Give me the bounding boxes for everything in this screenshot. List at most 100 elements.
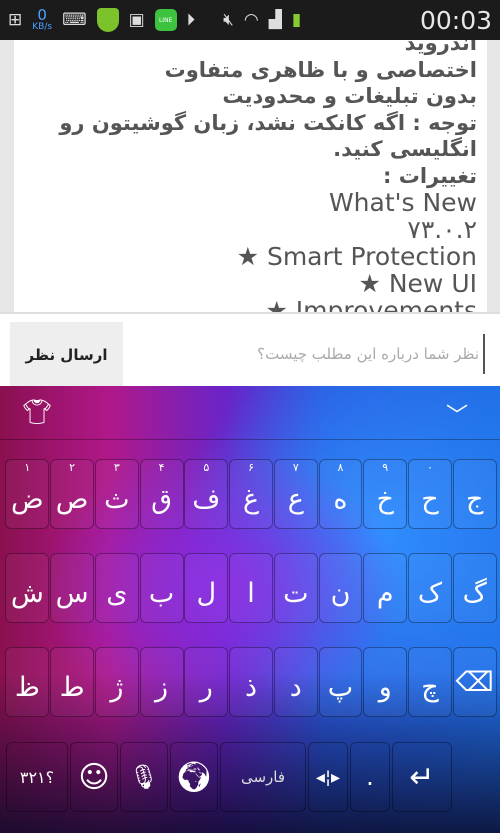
content-line: اختصاصی و با ظاهری متفاوت: [164, 57, 477, 82]
key-digit: ۶: [248, 461, 254, 474]
key[interactable]: ز: [139, 647, 184, 717]
key-digit: ۷: [292, 461, 299, 474]
key-char: د: [289, 671, 302, 703]
content-line: اندروید: [404, 40, 477, 55]
key-char: ط: [59, 671, 85, 703]
key[interactable]: ظ: [5, 647, 50, 717]
status-bar: ⊞ 0 KB/s ⌨ ▣ LINE ⏵ 🔇︎ ◠ ▟ ▮ 00:03: [0, 0, 500, 40]
key[interactable]: ک: [408, 553, 452, 623]
key-char: ل: [196, 577, 217, 609]
theme-shirt-icon[interactable]: 👕︎: [22, 398, 52, 426]
key-char: ن: [330, 577, 351, 609]
key-row-bottom: ؟۳۲۱ ☺ 🎙︎ 🌍︎ فارسی ◂¦▸ . ↵: [5, 742, 497, 814]
send-comment-button[interactable]: ارسال نظر: [10, 322, 123, 388]
key-char: ز: [155, 671, 169, 703]
key[interactable]: ۱ض: [5, 459, 50, 529]
add-icon: ⊞: [8, 10, 23, 30]
key-char: ض: [11, 483, 44, 515]
emoji-icon[interactable]: ☺: [70, 742, 118, 812]
key[interactable]: ب: [139, 553, 184, 623]
key[interactable]: س: [50, 553, 95, 623]
play-icon: ⏵: [186, 10, 196, 30]
microphone-icon[interactable]: 🎙︎: [120, 742, 168, 812]
key-char: و: [378, 671, 392, 703]
key-char: م: [376, 577, 394, 609]
key-row-2: شسیبلاتنمکگ: [5, 553, 497, 625]
key-char: ر: [199, 671, 213, 703]
key-char: ا: [247, 577, 255, 609]
content-line: توجه : اگه کانکت نشد، زبان گوشیتون رو ان…: [59, 110, 477, 162]
key-char: ی: [106, 577, 128, 609]
key-char: گ: [462, 577, 487, 609]
security-shield-icon: [96, 8, 119, 32]
key[interactable]: ۹خ: [363, 459, 408, 529]
key[interactable]: ۳ث: [94, 459, 139, 529]
key[interactable]: ۵ف: [184, 459, 229, 529]
content-line: ۷۳.۰.۲: [407, 215, 477, 244]
key[interactable]: ژ: [94, 647, 139, 717]
content-line: What's New: [328, 188, 477, 217]
content-line: ★ New UI: [358, 269, 477, 298]
keyboard-toolbar: 👕︎ ﹀: [0, 386, 500, 440]
key-digit: ۵: [203, 461, 210, 474]
chevron-down-icon[interactable]: ﹀: [446, 398, 468, 430]
key-digit: ۸: [337, 461, 344, 474]
key[interactable]: چ: [408, 647, 452, 717]
key[interactable]: ط: [50, 647, 95, 717]
content-line: ★ Smart Protection: [236, 242, 477, 271]
cursor-move-icon[interactable]: ◂¦▸: [308, 742, 348, 812]
key-char: ح: [421, 483, 439, 515]
line-app-icon: LINE: [154, 9, 177, 31]
key[interactable]: ر: [184, 647, 229, 717]
keyboard: 👕︎ ﹀ ۱ض۲ص۳ث۴ق۵ف۶غ۷ع۸ه۹خ۰حج شسیبلاتنمکگ ظ…: [0, 386, 500, 833]
key[interactable]: ت: [273, 553, 318, 623]
space-key[interactable]: فارسی: [220, 742, 306, 812]
key-char: ث: [104, 483, 130, 515]
key-char: غ: [242, 483, 260, 515]
gallery-icon: ▣: [128, 10, 145, 30]
key-char: ج: [465, 483, 484, 515]
period-key[interactable]: .: [350, 742, 390, 812]
key[interactable]: ۷ع: [273, 459, 318, 529]
key[interactable]: ن: [318, 553, 363, 623]
key[interactable]: ۶غ: [229, 459, 274, 529]
key[interactable]: ش: [5, 553, 50, 623]
key-char: ژ: [110, 671, 124, 703]
key[interactable]: و: [363, 647, 408, 717]
key[interactable]: ی: [94, 553, 139, 623]
key-digit: ۴: [158, 461, 165, 474]
comment-input[interactable]: [130, 334, 485, 374]
keyboard-icon: ⌨: [62, 10, 87, 30]
key-char: ش: [10, 577, 44, 609]
enter-icon[interactable]: ↵: [392, 742, 452, 812]
key[interactable]: ۴ق: [139, 459, 184, 529]
key[interactable]: م: [363, 553, 408, 623]
key[interactable]: ا: [229, 553, 274, 623]
key[interactable]: ۲ص: [50, 459, 95, 529]
content-line: ★ Improvements: [265, 296, 477, 312]
key[interactable]: گ: [452, 553, 497, 623]
key[interactable]: ج: [452, 459, 497, 529]
key-char: ع: [287, 483, 304, 515]
key[interactable]: پ: [318, 647, 363, 717]
battery-charging-icon: ▮: [291, 10, 302, 30]
symbols-key[interactable]: ؟۳۲۱: [6, 742, 68, 812]
key[interactable]: د: [273, 647, 318, 717]
key[interactable]: ل: [184, 553, 229, 623]
key-char: ه: [333, 483, 348, 515]
key-digit: ۹: [382, 461, 389, 474]
key-char: ظ: [14, 671, 40, 703]
clock: 00:03: [419, 5, 492, 35]
key[interactable]: ۸ه: [318, 459, 363, 529]
backspace-icon[interactable]: ⌫: [452, 647, 497, 717]
key-char: ف: [192, 483, 221, 515]
key-digit: ۲: [69, 461, 76, 474]
key[interactable]: ذ: [229, 647, 274, 717]
content-line: بدون تبلیغات و محدودیت: [222, 84, 477, 108]
article-content: اندروید اختصاصی و با ظاهری متفاوت بدون ت…: [14, 40, 487, 312]
comment-bar: ارسال نظر: [0, 312, 500, 388]
key-char: ت: [283, 577, 309, 609]
net-speed-value: 0: [37, 6, 47, 24]
globe-icon[interactable]: 🌍︎: [170, 742, 218, 812]
key[interactable]: ۰ح: [408, 459, 452, 529]
